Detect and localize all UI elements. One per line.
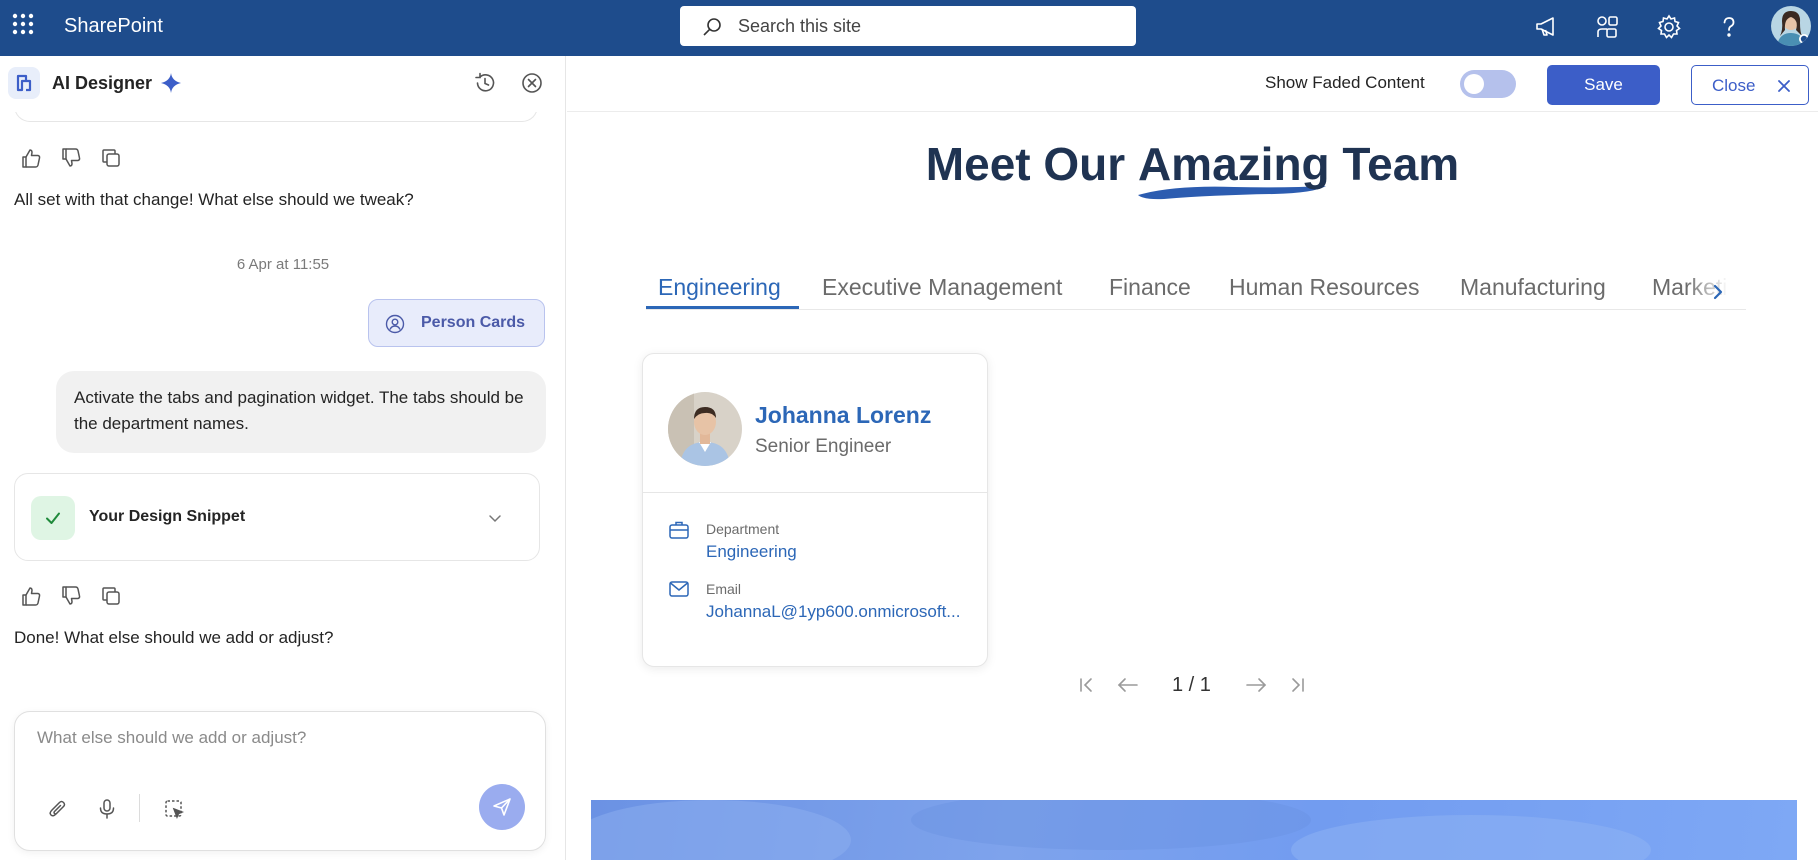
ai-designer-logo-icon bbox=[8, 67, 40, 99]
settings-gear-icon[interactable] bbox=[1656, 14, 1682, 40]
editor-toolbar: Show Faded Content Save Close bbox=[567, 56, 1818, 112]
toolbar-divider bbox=[139, 794, 140, 822]
sparkle-icon bbox=[161, 73, 181, 93]
last-page-icon[interactable] bbox=[1290, 676, 1306, 694]
copy-icon[interactable] bbox=[100, 585, 122, 607]
app-name[interactable]: SharePoint bbox=[64, 15, 163, 38]
send-button[interactable] bbox=[479, 784, 525, 830]
close-button-label: Close bbox=[1712, 76, 1756, 95]
user-avatar[interactable] bbox=[1771, 6, 1811, 46]
briefcase-icon bbox=[668, 520, 690, 540]
design-snippet-label: Your Design Snippet bbox=[89, 508, 246, 525]
save-button[interactable]: Save bbox=[1547, 65, 1660, 105]
copy-icon[interactable] bbox=[100, 147, 122, 169]
next-page-icon[interactable] bbox=[1244, 676, 1268, 694]
section-title: Meet Our Amazing Team bbox=[567, 137, 1818, 200]
show-faded-content-label: Show Faded Content bbox=[1265, 73, 1425, 92]
tab-human-resources[interactable]: Human Resources bbox=[1229, 274, 1419, 301]
select-region-icon[interactable] bbox=[163, 798, 185, 820]
show-faded-content-toggle[interactable] bbox=[1460, 70, 1516, 98]
history-icon[interactable] bbox=[474, 72, 496, 94]
microphone-icon[interactable] bbox=[96, 798, 118, 820]
hero-image-section bbox=[591, 800, 1797, 860]
thumbs-down-icon[interactable] bbox=[60, 147, 82, 169]
close-icon bbox=[1778, 80, 1790, 92]
title-suffix: Team bbox=[1342, 138, 1460, 190]
connections-icon[interactable] bbox=[1594, 14, 1620, 40]
help-icon[interactable] bbox=[1716, 14, 1742, 40]
email-label: Email bbox=[706, 581, 742, 597]
previous-page-icon[interactable] bbox=[1116, 676, 1140, 694]
department-label: Department bbox=[706, 521, 780, 537]
pagination: 1 / 1 bbox=[1078, 672, 1318, 700]
context-chip-person-cards[interactable]: Person Cards bbox=[368, 299, 545, 347]
user-message: Activate the tabs and pagination widget.… bbox=[56, 371, 546, 453]
thumbs-up-icon[interactable] bbox=[20, 585, 42, 607]
thumbs-down-icon[interactable] bbox=[60, 585, 82, 607]
ai-designer-panel: AI Designer All set with that change! Wh… bbox=[0, 56, 566, 860]
page-indicator: 1 / 1 bbox=[1172, 674, 1211, 696]
attach-icon[interactable] bbox=[47, 798, 69, 820]
close-button[interactable]: Close bbox=[1691, 65, 1809, 105]
first-page-icon[interactable] bbox=[1078, 676, 1094, 694]
tab-manufacturing[interactable]: Manufacturing bbox=[1460, 274, 1606, 301]
suite-bar: SharePoint bbox=[0, 0, 1818, 56]
close-circle-icon[interactable] bbox=[521, 72, 543, 94]
feedback-actions bbox=[20, 585, 122, 607]
mail-icon bbox=[668, 580, 690, 598]
chevron-right-icon[interactable] bbox=[1710, 282, 1726, 302]
email-link[interactable]: JohannaL@1yp600.onmicrosoft... bbox=[706, 602, 960, 622]
department-value: Engineering bbox=[706, 542, 797, 561]
title-highlight: Amazing bbox=[1137, 137, 1330, 200]
department-tabs: Engineering Executive Management Finance… bbox=[646, 268, 1746, 310]
person-card[interactable]: Johanna Lorenz Senior Engineer Departmen… bbox=[642, 353, 988, 667]
panel-title: AI Designer bbox=[52, 73, 153, 93]
tab-executive-management[interactable]: Executive Management bbox=[822, 274, 1062, 301]
feedback-actions bbox=[20, 147, 122, 169]
success-check-icon bbox=[31, 496, 75, 540]
context-chip-label: Person Cards bbox=[421, 314, 526, 331]
chat-composer bbox=[14, 711, 546, 851]
assistant-message: Done! What else should we add or adjust? bbox=[14, 628, 334, 647]
chevron-down-icon[interactable] bbox=[487, 510, 503, 526]
person-role: Senior Engineer bbox=[755, 436, 892, 457]
design-snippet-card[interactable]: Your Design Snippet bbox=[14, 473, 540, 561]
search-input[interactable] bbox=[738, 6, 1118, 46]
chat-input[interactable] bbox=[37, 728, 517, 760]
panel-header: AI Designer bbox=[0, 56, 565, 112]
title-prefix: Meet Our bbox=[925, 138, 1126, 190]
person-photo bbox=[668, 392, 742, 466]
megaphone-icon[interactable] bbox=[1534, 14, 1560, 40]
person-name[interactable]: Johanna Lorenz bbox=[755, 402, 931, 429]
site-search[interactable] bbox=[680, 6, 1136, 46]
card-divider bbox=[643, 492, 987, 493]
search-icon bbox=[702, 17, 722, 37]
app-launcher-icon[interactable] bbox=[12, 13, 34, 35]
message-timestamp: 6 Apr at 11:55 bbox=[236, 256, 330, 273]
person-icon bbox=[385, 314, 405, 334]
toggle-knob bbox=[1464, 74, 1484, 94]
title-highlight-text: Amazing bbox=[1137, 138, 1330, 190]
tab-finance[interactable]: Finance bbox=[1109, 274, 1191, 301]
active-tab-indicator bbox=[646, 306, 799, 309]
tab-engineering[interactable]: Engineering bbox=[658, 274, 781, 301]
thumbs-up-icon[interactable] bbox=[20, 147, 42, 169]
assistant-message: All set with that change! What else shou… bbox=[14, 190, 414, 209]
